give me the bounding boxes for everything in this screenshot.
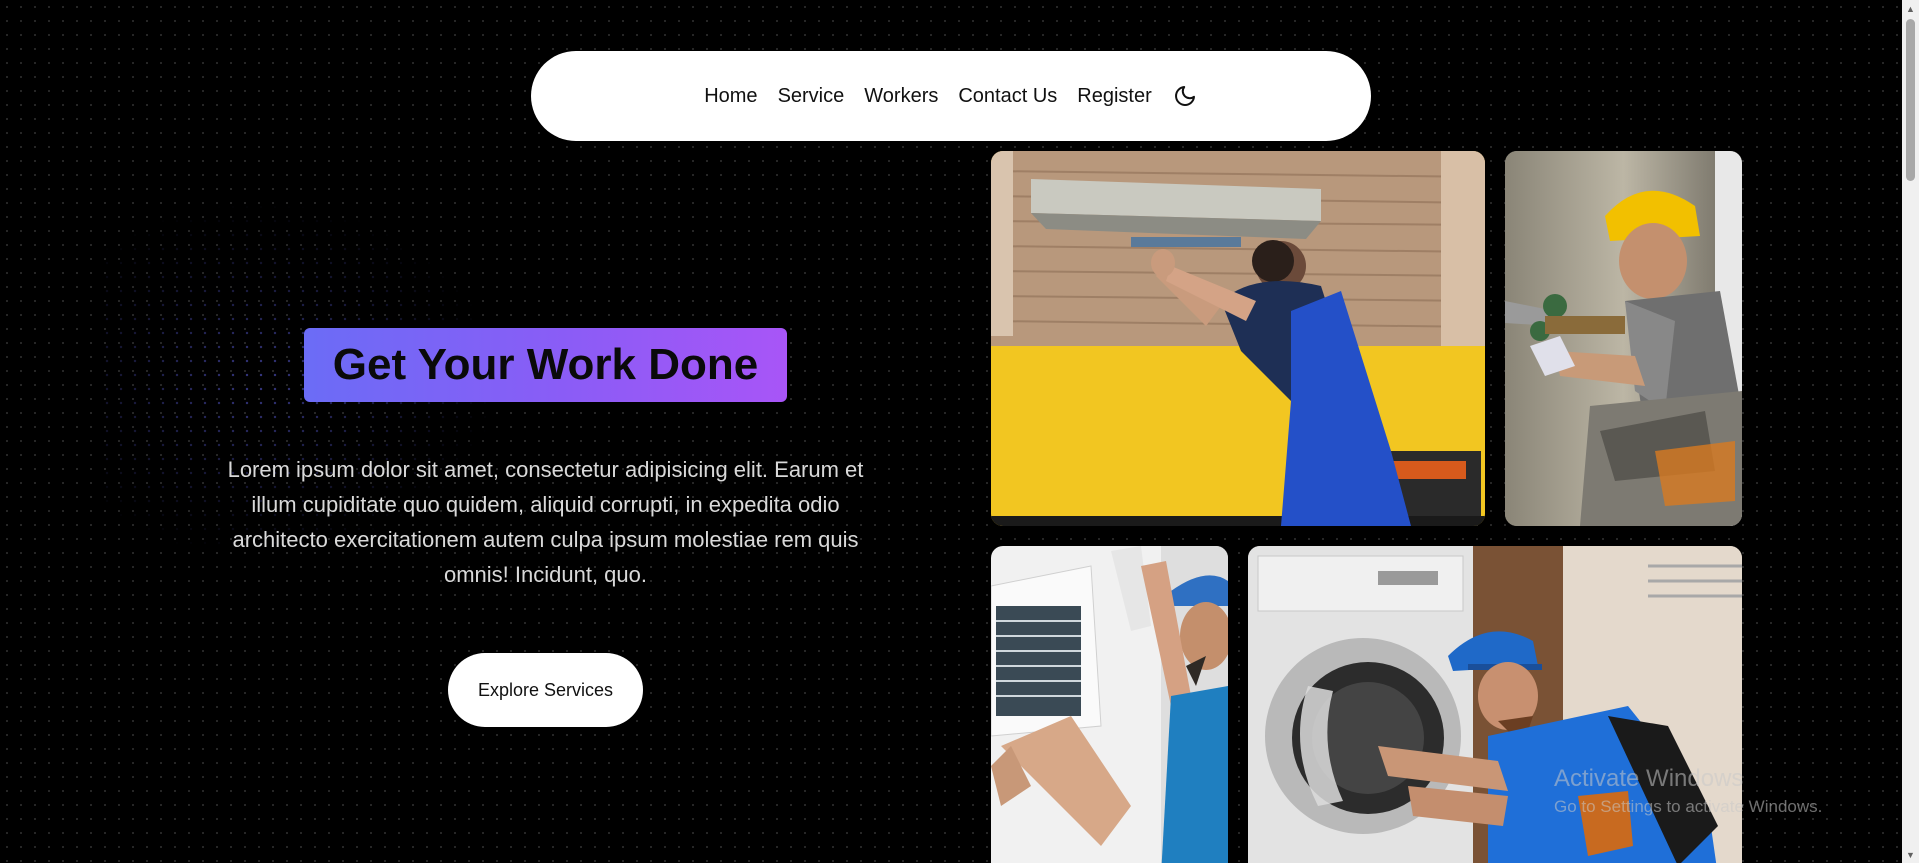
page: Home Service Workers Contact Us Register… — [0, 0, 1919, 863]
photo-repairman-fixing-washing-machine — [1248, 546, 1742, 863]
photo-technician-fixing-air-conditioner — [991, 546, 1228, 863]
photo-worker-fixing-kitchen-hood — [991, 151, 1485, 526]
hero-description: Lorem ipsum dolor sit amet, consectetur … — [227, 457, 864, 587]
navbar: Home Service Workers Contact Us Register — [531, 51, 1371, 141]
scroll-down-arrow-icon[interactable]: ▼ — [1902, 846, 1919, 863]
vertical-scrollbar[interactable]: ▲ ▼ — [1902, 0, 1919, 863]
explore-services-button[interactable]: Explore Services — [448, 653, 643, 727]
photo-plumber-with-hard-hat — [1505, 151, 1742, 526]
scroll-up-arrow-icon[interactable]: ▲ — [1902, 0, 1919, 17]
nav-link-contact-us[interactable]: Contact Us — [958, 85, 1057, 108]
nav-link-service[interactable]: Service — [778, 85, 845, 108]
hero-title: Get Your Work Done — [304, 328, 787, 402]
nav-link-home[interactable]: Home — [704, 85, 757, 108]
scrollbar-thumb[interactable] — [1906, 19, 1915, 181]
nav-link-register[interactable]: Register — [1077, 85, 1151, 108]
nav-link-workers[interactable]: Workers — [864, 85, 938, 108]
moon-icon[interactable] — [1172, 83, 1198, 109]
